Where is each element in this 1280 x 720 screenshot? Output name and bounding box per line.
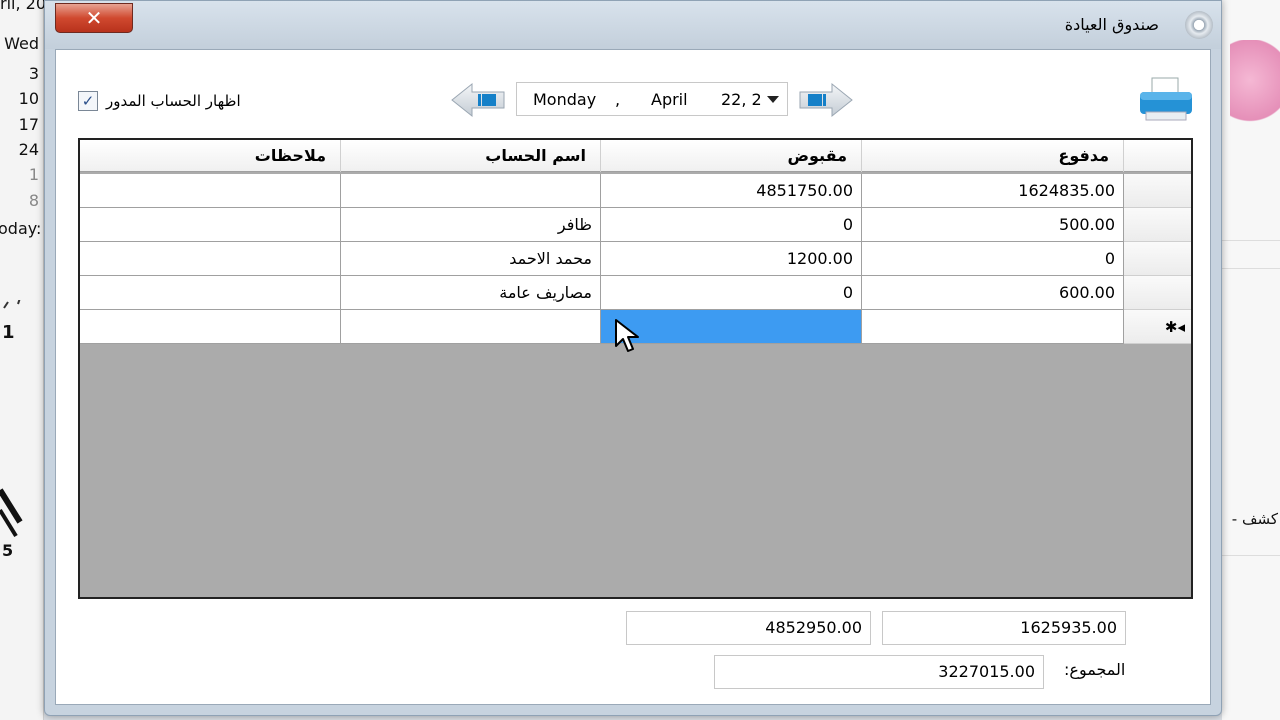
calendar-date: 17 xyxy=(18,115,39,134)
calendar-header: ril, 20 xyxy=(0,0,46,13)
received-total-field[interactable]: 4852950.00 xyxy=(626,611,871,645)
sum-total-field[interactable]: 3227015.00 xyxy=(714,655,1044,689)
column-header-paid[interactable]: مدفوع xyxy=(862,140,1124,172)
row-header-corner xyxy=(1124,140,1191,172)
chevron-down-icon[interactable] xyxy=(767,96,779,103)
row-header[interactable] xyxy=(1124,276,1191,310)
cell-paid[interactable]: 0 xyxy=(862,242,1124,276)
left-arrow-icon[interactable] xyxy=(450,82,506,118)
calendar-today-label: oday: xyxy=(0,219,42,238)
cell-paid[interactable]: 500.00 xyxy=(862,208,1124,242)
background-label: كشف - xyxy=(1231,510,1278,528)
cell-notes[interactable] xyxy=(80,174,341,208)
table-row[interactable]: 4851750.00 1624835.00 xyxy=(80,174,1191,208)
cell-paid[interactable]: 1624835.00 xyxy=(862,174,1124,208)
table-row[interactable]: مصاريف عامة 0 600.00 xyxy=(80,276,1191,310)
row-header[interactable] xyxy=(1124,208,1191,242)
window-title: صندوق العيادة xyxy=(1064,15,1159,34)
cell-notes[interactable] xyxy=(80,310,341,344)
background-calendar: ril, 20 Wed 3 10 17 24 1 8 oday: 1 5 xyxy=(0,0,46,720)
cell-account-name[interactable]: محمد الاحمد xyxy=(341,242,601,276)
cell-received[interactable]: 1200.00 xyxy=(601,242,862,276)
sum-label: المجموع: xyxy=(1064,660,1126,679)
divider xyxy=(1222,240,1280,241)
show-rotated-account-toggle[interactable]: ✓ اظهار الحساب المدور xyxy=(78,90,241,112)
client-area: ✓ اظهار الحساب المدور Monday , April 22,… xyxy=(55,49,1211,705)
cell-received[interactable]: 0 xyxy=(601,276,862,310)
cell-account-name[interactable] xyxy=(341,174,601,208)
calendar-weekday: Wed xyxy=(4,34,39,53)
date-separator: , xyxy=(615,90,621,109)
cell-account-name[interactable]: ظافر xyxy=(341,208,601,242)
date-month[interactable]: April xyxy=(651,90,688,109)
calendar-date: 8 xyxy=(28,191,39,210)
cell-paid[interactable] xyxy=(862,310,1124,344)
calendar-date: 3 xyxy=(28,64,39,83)
row-header[interactable] xyxy=(1124,174,1191,208)
divider xyxy=(1222,268,1280,269)
clock-gadget-icon: 1 5 xyxy=(0,300,23,560)
show-rotated-label: اظهار الحساب المدور xyxy=(106,92,241,110)
svg-text:5: 5 xyxy=(2,541,13,560)
cell-received[interactable]: 4851750.00 xyxy=(601,174,862,208)
app-icon xyxy=(1185,11,1213,39)
calendar-date: 1 xyxy=(28,165,39,184)
title-bar[interactable]: ✕ صندوق العيادة xyxy=(45,1,1221,49)
date-value[interactable]: 22, 2 xyxy=(721,90,762,109)
clinic-box-window: ✕ صندوق العيادة ✓ اظهار الحساب المدور Mo… xyxy=(44,0,1222,716)
column-header-account-name[interactable]: اسم الحساب xyxy=(341,140,601,172)
right-arrow-icon[interactable] xyxy=(798,82,854,118)
cell-account-name[interactable]: مصاريف عامة xyxy=(341,276,601,310)
date-picker[interactable]: Monday , April 22, 2 xyxy=(516,82,788,116)
column-header-notes[interactable]: ملاحظات xyxy=(80,140,341,172)
cell-received[interactable]: 0 xyxy=(601,208,862,242)
mouse-cursor-icon xyxy=(615,319,639,352)
close-button[interactable]: ✕ xyxy=(55,3,133,33)
pink-decoration xyxy=(1230,40,1280,140)
row-header[interactable] xyxy=(1124,242,1191,276)
cell-notes[interactable] xyxy=(80,276,341,310)
date-day[interactable]: Monday xyxy=(533,90,596,109)
cell-paid[interactable]: 600.00 xyxy=(862,276,1124,310)
new-row-marker[interactable]: ✱◂ xyxy=(1124,310,1191,344)
table-row[interactable]: ظافر 0 500.00 xyxy=(80,208,1191,242)
cell-notes[interactable] xyxy=(80,208,341,242)
transactions-grid: ملاحظات اسم الحساب مقبوض مدفوع 4851750.0… xyxy=(78,138,1193,599)
grid-header: ملاحظات اسم الحساب مقبوض مدفوع xyxy=(80,140,1191,172)
cell-account-name[interactable] xyxy=(341,310,601,344)
divider xyxy=(1222,555,1280,556)
printer-icon[interactable] xyxy=(1138,76,1194,122)
svg-text:1: 1 xyxy=(2,322,15,343)
calendar-date: 24 xyxy=(18,140,39,159)
cell-notes[interactable] xyxy=(80,242,341,276)
show-rotated-checkbox[interactable]: ✓ xyxy=(78,91,98,111)
paid-total-field[interactable]: 1625935.00 xyxy=(882,611,1126,645)
table-row[interactable]: محمد الاحمد 1200.00 0 xyxy=(80,242,1191,276)
calendar-date: 10 xyxy=(18,89,39,108)
column-header-received[interactable]: مقبوض xyxy=(601,140,862,172)
background-right: كشف - xyxy=(1222,0,1280,720)
